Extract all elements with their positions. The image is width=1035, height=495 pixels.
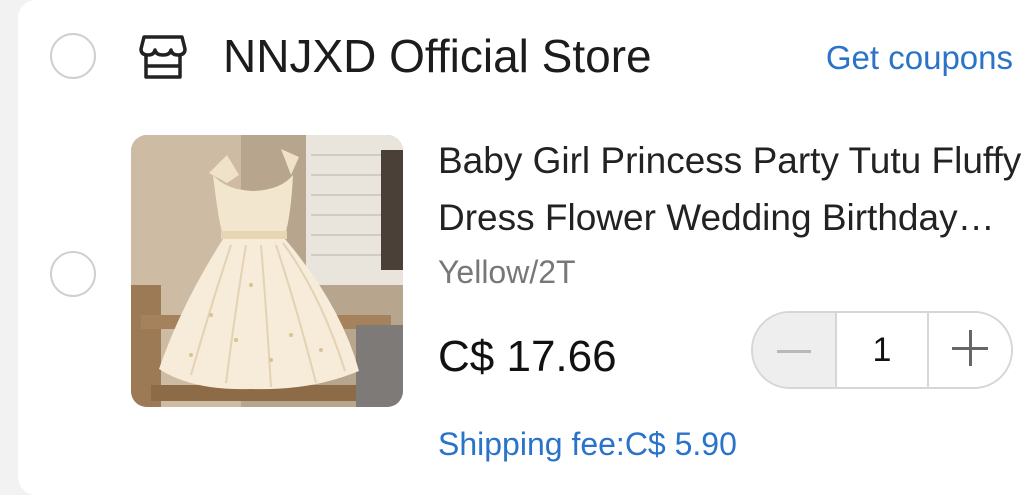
decrease-quantity-button[interactable] [753, 313, 835, 387]
cart-store-card: NNJXD Official Store Get coupons Baby Gi… [18, 0, 1035, 495]
store-icon [138, 33, 188, 81]
product-image[interactable] [131, 135, 403, 407]
minus-icon [777, 341, 811, 359]
store-select-radio[interactable] [50, 33, 96, 79]
plus-icon [952, 329, 988, 371]
product-variant[interactable]: Yellow/2T [438, 252, 576, 292]
quantity-input[interactable]: 1 [835, 313, 929, 387]
store-name[interactable]: NNJXD Official Store [223, 27, 652, 85]
product-price: C$ 17.66 [438, 332, 617, 381]
item-select-radio[interactable] [50, 251, 96, 297]
shipping-fee: Shipping fee:C$ 5.90 [438, 426, 737, 462]
quantity-stepper: 1 [751, 311, 1013, 389]
get-coupons-link[interactable]: Get coupons [826, 38, 1013, 78]
increase-quantity-button[interactable] [929, 313, 1011, 387]
product-title[interactable]: Baby Girl Princess Party Tutu Fluffy Dre… [438, 132, 1028, 246]
